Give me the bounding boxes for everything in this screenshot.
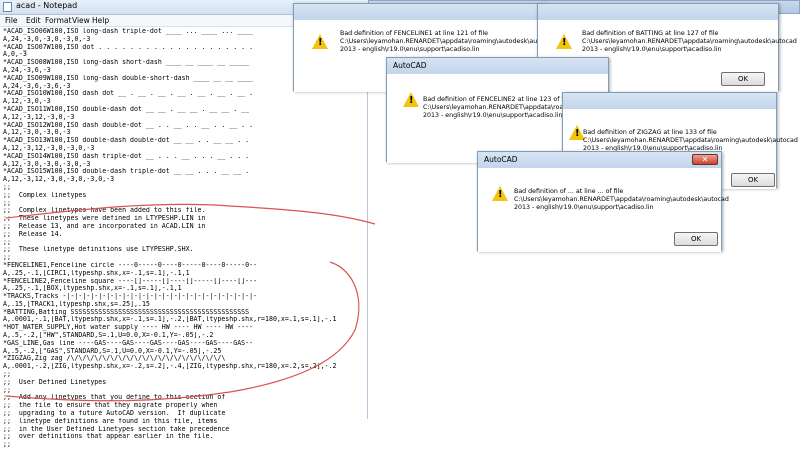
text-line: A,12,-3,12,-3,0,-3,0,-3,0,-3	[3, 176, 115, 184]
text-line: A,12,-3,0,-3,0,-3	[3, 129, 71, 137]
text-line: *ACAD_ISO15W100,ISO double-dash triple-d…	[3, 168, 250, 176]
text-line: A,12,-3,12,-3,0,-3	[3, 113, 75, 121]
warning-icon	[492, 186, 508, 201]
menu-view[interactable]: View	[72, 16, 90, 25]
dialog-message: Bad definition of ZIGZAG at line 133 of …	[583, 129, 798, 152]
text-line: *GAS_LINE,Gas line ----GAS----GAS----GAS…	[3, 339, 254, 347]
text-line: ;; These linetype definitions use LTYPES…	[3, 246, 194, 254]
text-line: ;;	[3, 441, 11, 449]
text-line: ;; Complex linetypes have been added to …	[3, 207, 206, 215]
text-line: *ACAD_ISO11W100,ISO double-dash dot __ _…	[3, 105, 250, 113]
dialog-message: Bad definition of FENCELINE1 at line 121…	[340, 30, 555, 53]
text-line: *FENCELINE1,Fenceline circle ----0-----0…	[3, 261, 258, 269]
text-line: *ZIGZAG,Zig zag /\/\/\/\/\/\/\/\/\/\/\/\…	[3, 355, 226, 363]
text-line: *BATTING,Batting SSSSSSSSSSSSSSSSSSSSSSS…	[3, 308, 250, 316]
text-line: *ACAD_ISO13W100,ISO double-dash double-d…	[3, 137, 250, 145]
text-line: ;;	[3, 199, 11, 207]
dialog-title-bar[interactable]: AutoCAD	[387, 58, 608, 74]
dialog-title: AutoCAD	[393, 61, 427, 70]
dialog-title: AutoCAD	[484, 155, 518, 164]
text-line: ;; over definitions that appear earlier …	[3, 433, 214, 441]
text-line: ;; User Defined Linetypes	[3, 378, 107, 386]
text-line: ;; Release 14.	[3, 230, 63, 238]
warning-icon	[556, 34, 572, 49]
text-line: A,12,-3,12,-3,0,-3,0,-3	[3, 144, 95, 152]
text-line: *TRACKS,Tracks -|-|-|-|-|-|-|-|-|-|-|-|-…	[3, 293, 258, 301]
text-line: ;; upgrading to a future AutoCAD version…	[3, 410, 226, 418]
ok-button[interactable]: OK	[721, 72, 765, 86]
text-line: ;; in the User Defined Linetypes section…	[3, 425, 230, 433]
menu-format[interactable]: Format	[45, 16, 71, 25]
text-line: A,.5,-.2,["HW",STANDARD,S=.1,U=0.0,X=-0.…	[3, 332, 214, 340]
text-line: ;; Complex linetypes	[3, 191, 87, 199]
text-line: *HOT_WATER_SUPPLY,Hot water supply ---- …	[3, 324, 254, 332]
text-line: ;;	[3, 238, 11, 246]
close-button[interactable]: ✕	[692, 154, 718, 165]
notepad-icon	[3, 2, 12, 12]
ok-button[interactable]: OK	[731, 173, 775, 187]
menu-help[interactable]: Help	[92, 16, 109, 25]
text-line: ;; These linetypes were defined in LTYPE…	[3, 215, 206, 223]
ok-button[interactable]: OK	[674, 232, 718, 246]
text-line: A,.0001,-.1,[BAT,ltypeshp.shx,x=-.1,s=.1…	[3, 316, 337, 324]
warning-icon	[403, 92, 419, 107]
text-line: A,.0001,-.2,[ZIG,ltypeshp.shx,x=-.2,s=.2…	[3, 363, 337, 371]
text-line: ;;	[3, 386, 11, 394]
text-line: *ACAD_ISO12W100,ISO dash double-dot __ .…	[3, 121, 254, 129]
dialog-message: Bad definition of BATTING at line 127 of…	[582, 30, 797, 53]
text-line: ;; Add any linetypes that you define to …	[3, 394, 226, 402]
text-line: A,12,-3,0,-3,0,-3,0,-3	[3, 160, 91, 168]
menu-file[interactable]: File	[5, 16, 18, 25]
dialog-title-bar[interactable]	[294, 4, 545, 20]
text-line: ;; the file to ensure that they migrate …	[3, 402, 218, 410]
text-line: A,.25,-.1,[BOX,ltypeshp.shx,x=-.1,s=.1],…	[3, 285, 182, 293]
text-line: ;;	[3, 254, 11, 262]
text-line: ;; Release 13, and are incorporated in A…	[3, 222, 206, 230]
text-line: A,.15,[TRACK1,ltypeshp.shx,s=.25],.15	[3, 300, 150, 308]
dialog-message: Bad definition of ... at line ... of fil…	[514, 188, 729, 211]
menu-edit[interactable]: Edit	[26, 16, 41, 25]
text-line: A,.25,-.1,[CIRC1,ltypeshp.shx,x=-.1,s=.1…	[3, 269, 190, 277]
dialog-title-bar[interactable]: AutoCAD ✕	[478, 152, 721, 168]
text-line: *ACAD_ISO14W100,ISO dash triple-dot __ .…	[3, 152, 250, 160]
warning-icon	[312, 34, 328, 49]
dialog-title-bar[interactable]	[538, 4, 778, 20]
text-line: A,12,-3,0,-3	[3, 98, 51, 106]
text-line: ;;	[3, 371, 11, 379]
dialog-title-bar[interactable]	[563, 93, 776, 109]
notepad-title: acad - Notepad	[16, 1, 78, 10]
text-line: ;;	[3, 183, 11, 191]
text-line: A,.5,-.2,["GAS",STANDARD,S=.1,U=0.0,X=-0…	[3, 347, 222, 355]
text-line: ;; linetype definitions are found in thi…	[3, 417, 218, 425]
text-line: *FENCELINE2,Fenceline square ----[]-----…	[3, 277, 258, 285]
error-dialog-front: AutoCAD ✕ Bad definition of ... at line …	[477, 151, 729, 252]
